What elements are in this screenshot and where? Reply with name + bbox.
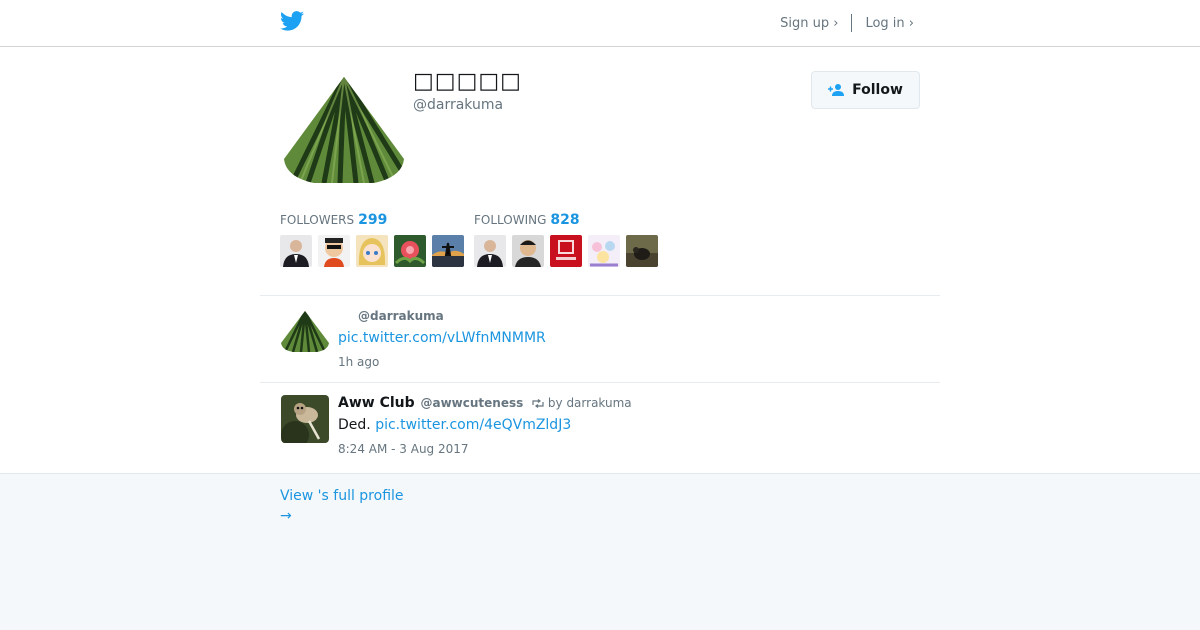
add-user-icon — [828, 84, 845, 96]
following-avatar[interactable] — [550, 235, 582, 267]
tweet-link[interactable]: pic.twitter.com/4eQVmZldJ3 — [375, 417, 571, 433]
tweet-avatar[interactable] — [281, 395, 329, 443]
tweet-text: Ded. pic.twitter.com/4eQVmZldJ3 — [338, 417, 571, 433]
retweet-indicator: by darrakuma — [532, 396, 632, 410]
followers-avatars — [280, 235, 464, 267]
following-label: FOLLOWING — [474, 213, 547, 227]
follower-avatar[interactable] — [394, 235, 426, 267]
following-count: 828 — [550, 212, 580, 228]
follower-avatar[interactable] — [318, 235, 350, 267]
tweet-author-handle[interactable]: @darrakuma — [358, 309, 444, 323]
following-avatar[interactable] — [588, 235, 620, 267]
login-link[interactable]: Log in › — [865, 16, 914, 31]
tweet-text-prefix: Ded. — [338, 417, 376, 433]
signup-link[interactable]: Sign up › — [780, 16, 838, 31]
top-bar: Sign up › Log in › — [0, 0, 1200, 47]
follower-avatar[interactable] — [432, 235, 464, 267]
tweet-timestamp[interactable]: 8:24 AM - 3 Aug 2017 — [338, 442, 469, 456]
tweet[interactable]: @darrakuma pic.twitter.com/vLWfnMNMMR 1h… — [260, 296, 940, 383]
retweet-icon — [532, 399, 544, 408]
following-avatar[interactable] — [474, 235, 506, 267]
auth-links: Sign up › Log in › — [780, 14, 914, 32]
divider — [851, 14, 853, 32]
tweet[interactable]: Aww Club @awwcuteness by darrakuma Ded. … — [260, 383, 940, 470]
display-name: □□□□□ — [413, 69, 522, 94]
tweet-header: Aww Club @awwcuteness by darrakuma — [338, 395, 632, 411]
screen-name: @darrakuma — [413, 97, 504, 113]
followers-count: 299 — [358, 212, 388, 228]
twitter-bird-icon[interactable] — [280, 11, 304, 31]
following-avatar[interactable] — [512, 235, 544, 267]
followers-stat[interactable]: FOLLOWERS 299 — [280, 212, 387, 228]
follower-avatar[interactable] — [356, 235, 388, 267]
main-content: □□□□□ @darrakuma Follow FOLLOWERS 299 FOL… — [0, 47, 1200, 474]
tweet-avatar[interactable] — [281, 308, 329, 356]
followers-label: FOLLOWERS — [280, 213, 355, 227]
view-full-profile-link[interactable]: View 's full profile → — [280, 486, 404, 526]
following-avatar[interactable] — [626, 235, 658, 267]
tweet-header: @darrakuma — [338, 308, 444, 324]
follow-button[interactable]: Follow — [811, 71, 920, 109]
tweet-author-handle[interactable]: @awwcuteness — [420, 396, 523, 410]
tweet-list: @darrakuma pic.twitter.com/vLWfnMNMMR 1h… — [260, 296, 940, 470]
follower-avatar[interactable] — [280, 235, 312, 267]
view-full-profile-label: View 's full profile — [280, 488, 404, 504]
follow-label: Follow — [852, 82, 903, 98]
arrow-right-icon: → — [280, 508, 292, 524]
following-avatars — [474, 235, 658, 267]
following-stat[interactable]: FOLLOWING 828 — [474, 212, 580, 228]
profile-card: □□□□□ @darrakuma Follow FOLLOWERS 299 FOL… — [260, 47, 940, 296]
tweet-text: pic.twitter.com/vLWfnMNMMR — [338, 330, 546, 346]
tweet-link[interactable]: pic.twitter.com/vLWfnMNMMR — [338, 330, 546, 346]
tweet-timestamp[interactable]: 1h ago — [338, 355, 379, 369]
profile-avatar[interactable] — [284, 71, 404, 191]
retweet-by: by darrakuma — [547, 396, 632, 410]
tweet-author-name[interactable]: Aww Club — [338, 395, 415, 411]
